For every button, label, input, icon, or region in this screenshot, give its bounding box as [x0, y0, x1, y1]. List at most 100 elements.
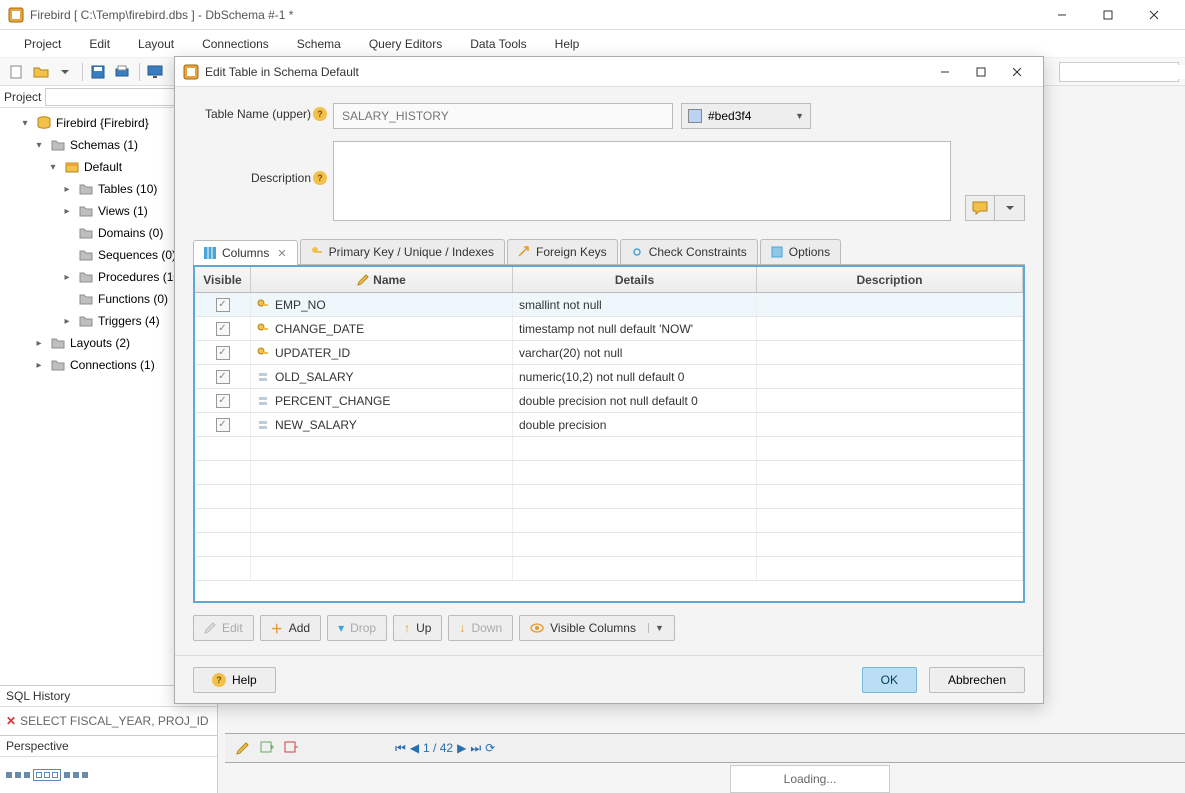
grid-header-visible[interactable]: Visible — [195, 267, 251, 292]
prev-page-icon[interactable]: ◀ — [410, 741, 419, 755]
search-input[interactable] — [1064, 65, 1185, 79]
tree-node-label: Schemas (1) — [70, 138, 138, 152]
dialog-maximize-button[interactable] — [963, 58, 999, 86]
comment-button[interactable] — [965, 195, 995, 221]
sql-history-item[interactable]: ✕ SELECT FISCAL_YEAR, PROJ_ID — [0, 707, 217, 735]
options-icon — [771, 246, 783, 258]
perspective-dot[interactable] — [24, 772, 30, 778]
tree-toggle-icon[interactable]: ▾ — [46, 162, 60, 173]
tree-toggle-icon[interactable]: ▾ — [18, 118, 32, 129]
menu-connections[interactable]: Connections — [188, 33, 283, 55]
comment-dropdown[interactable] — [995, 195, 1025, 221]
cancel-button[interactable]: Abbrechen — [929, 667, 1025, 693]
table-row[interactable]: ✓PERCENT_CHANGEdouble precision not null… — [195, 389, 1023, 413]
perspective-dot[interactable] — [15, 772, 21, 778]
table-row[interactable]: ✓OLD_SALARYnumeric(10,2) not null defaul… — [195, 365, 1023, 389]
tab-fk[interactable]: Foreign Keys — [507, 239, 618, 264]
table-name-input[interactable] — [333, 103, 673, 129]
column-icon — [257, 395, 269, 407]
grid-add-icon[interactable] — [259, 740, 275, 756]
menu-help[interactable]: Help — [541, 33, 594, 55]
table-row[interactable]: ✓NEW_SALARYdouble precision — [195, 413, 1023, 437]
dropdown-icon[interactable] — [54, 61, 76, 83]
grid-header-description[interactable]: Description — [757, 267, 1023, 292]
tab-fk-label: Foreign Keys — [536, 245, 607, 259]
edit-column-button[interactable]: Edit — [193, 615, 254, 641]
add-column-button[interactable]: ＋ Add — [260, 615, 321, 641]
folder-icon — [50, 137, 66, 153]
table-row[interactable]: ✓EMP_NOsmallint not null — [195, 293, 1023, 317]
eye-icon — [530, 623, 544, 633]
minimize-button[interactable] — [1039, 0, 1085, 30]
tree-toggle-icon[interactable]: ▸ — [60, 316, 74, 327]
close-button[interactable] — [1131, 0, 1177, 30]
perspective-dot[interactable] — [73, 772, 79, 778]
dialog-minimize-button[interactable] — [927, 58, 963, 86]
perspective-header[interactable]: Perspective — [0, 735, 217, 757]
maximize-button[interactable] — [1085, 0, 1131, 30]
table-row[interactable]: ✓UPDATER_IDvarchar(20) not null — [195, 341, 1023, 365]
ok-button[interactable]: OK — [862, 667, 917, 693]
menu-project[interactable]: Project — [10, 33, 75, 55]
pencil-icon[interactable] — [235, 740, 251, 756]
color-combo[interactable]: #bed3f4 ▼ — [681, 103, 811, 129]
perspective-dot[interactable] — [82, 772, 88, 778]
toolbar-search[interactable] — [1059, 62, 1179, 82]
refresh-icon[interactable]: ⟳ — [485, 741, 495, 755]
help-icon[interactable]: ? — [313, 107, 327, 121]
save-icon[interactable] — [87, 61, 109, 83]
perspective-selected[interactable] — [33, 769, 61, 781]
menu-layout[interactable]: Layout — [124, 33, 188, 55]
grid-remove-icon[interactable] — [283, 740, 299, 756]
tree-toggle-icon[interactable]: ▾ — [32, 140, 46, 151]
visible-checkbox[interactable]: ✓ — [216, 370, 230, 384]
open-icon[interactable] — [30, 61, 52, 83]
tree-toggle-icon[interactable]: ▸ — [60, 272, 74, 283]
tab-cc[interactable]: Check Constraints — [620, 239, 758, 264]
new-project-icon[interactable] — [6, 61, 28, 83]
description-textarea[interactable] — [333, 141, 951, 221]
database-icon — [36, 115, 52, 131]
last-page-icon[interactable]: ⏭ — [470, 741, 481, 756]
visible-checkbox[interactable]: ✓ — [216, 346, 230, 360]
loading-text: Loading... — [784, 772, 837, 786]
tree-toggle-icon[interactable]: ▸ — [32, 360, 46, 371]
menu-query-editors[interactable]: Query Editors — [355, 33, 456, 55]
menu-data-tools[interactable]: Data Tools — [456, 33, 540, 55]
pager-text: 1 / 42 — [423, 741, 453, 755]
color-value: #bed3f4 — [708, 109, 751, 123]
tree-toggle-icon[interactable]: ▸ — [60, 206, 74, 217]
drop-column-button[interactable]: ▾ Drop — [327, 615, 387, 641]
next-page-icon[interactable]: ▶ — [457, 741, 466, 755]
tree-node-label: Tables (10) — [98, 182, 157, 196]
monitor-icon[interactable] — [144, 61, 166, 83]
help-icon: ? — [212, 673, 226, 687]
move-up-button[interactable]: ↑ Up — [393, 615, 442, 641]
menu-schema[interactable]: Schema — [283, 33, 355, 55]
grid-header-details[interactable]: Details — [513, 267, 757, 292]
dialog-close-button[interactable] — [999, 58, 1035, 86]
visible-checkbox[interactable]: ✓ — [216, 298, 230, 312]
tree-toggle-icon[interactable]: ▸ — [60, 184, 74, 195]
visible-checkbox[interactable]: ✓ — [216, 394, 230, 408]
perspective-dot[interactable] — [6, 772, 12, 778]
help-icon[interactable]: ? — [313, 171, 327, 185]
tree-toggle-icon[interactable]: ▸ — [32, 338, 46, 349]
move-down-button[interactable]: ↓ Down — [448, 615, 513, 641]
visible-checkbox[interactable]: ✓ — [216, 322, 230, 336]
visible-checkbox[interactable]: ✓ — [216, 418, 230, 432]
tree-node-label: Layouts (2) — [70, 336, 130, 350]
print-icon[interactable] — [111, 61, 133, 83]
tab-options[interactable]: Options — [760, 239, 841, 264]
tab-close-icon[interactable]: ✕ — [277, 247, 286, 260]
visible-columns-button[interactable]: Visible Columns ▼ — [519, 615, 675, 641]
menu-edit[interactable]: Edit — [75, 33, 124, 55]
help-button[interactable]: ? Help — [193, 667, 276, 693]
grid-header-name[interactable]: Name — [251, 267, 513, 292]
table-row[interactable]: ✓CHANGE_DATEtimestamp not null default '… — [195, 317, 1023, 341]
column-details: double precision — [519, 418, 606, 432]
first-page-icon[interactable]: ⏮ — [395, 741, 406, 756]
tab-columns[interactable]: Columns ✕ — [193, 240, 298, 265]
tab-pk[interactable]: Primary Key / Unique / Indexes — [300, 239, 505, 264]
perspective-dot[interactable] — [64, 772, 70, 778]
